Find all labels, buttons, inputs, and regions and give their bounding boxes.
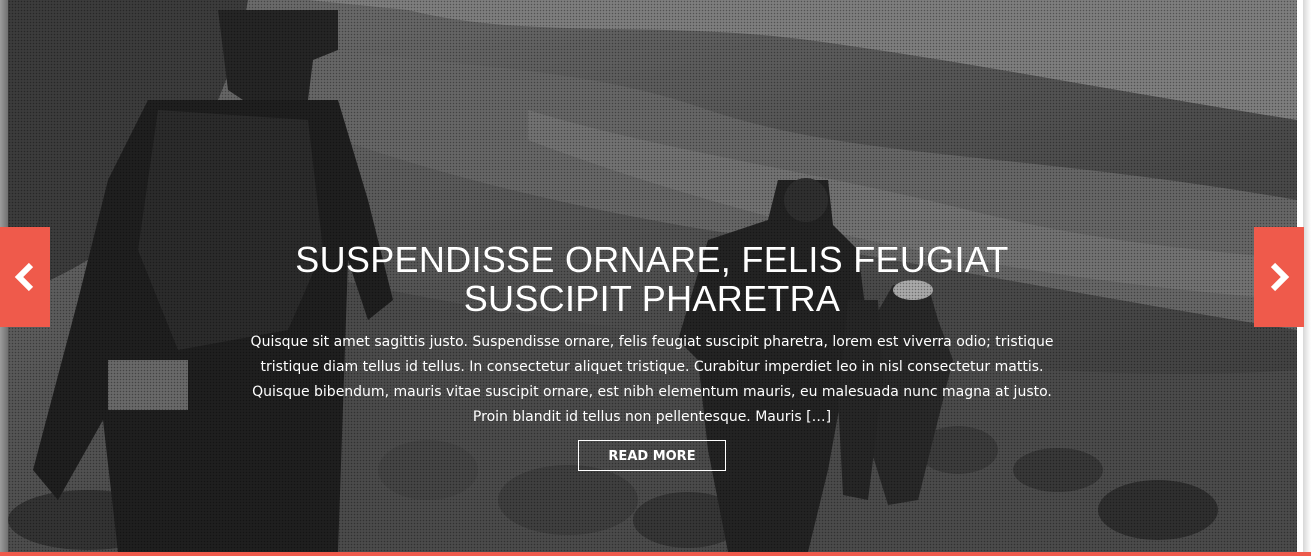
slider-bottom-accent-bar	[0, 552, 1311, 556]
read-more-button[interactable]: READ MORE	[578, 440, 726, 471]
next-slide-button[interactable]	[1254, 227, 1304, 327]
previous-slide-button[interactable]	[0, 227, 50, 327]
slider-right-edge	[1303, 0, 1311, 552]
slide-excerpt: Quisque sit amet sagittis justo. Suspend…	[250, 334, 1054, 425]
chevron-left-icon	[14, 262, 34, 292]
slide-caption: SUSPENDISSE ORNARE, FELIS FEUGIAT SUSCIP…	[240, 240, 1064, 471]
slide-title: SUSPENDISSE ORNARE, FELIS FEUGIAT SUSCIP…	[295, 239, 1009, 319]
hero-slider: SUSPENDISSE ORNARE, FELIS FEUGIAT SUSCIP…	[0, 0, 1311, 556]
chevron-right-icon	[1270, 262, 1290, 292]
